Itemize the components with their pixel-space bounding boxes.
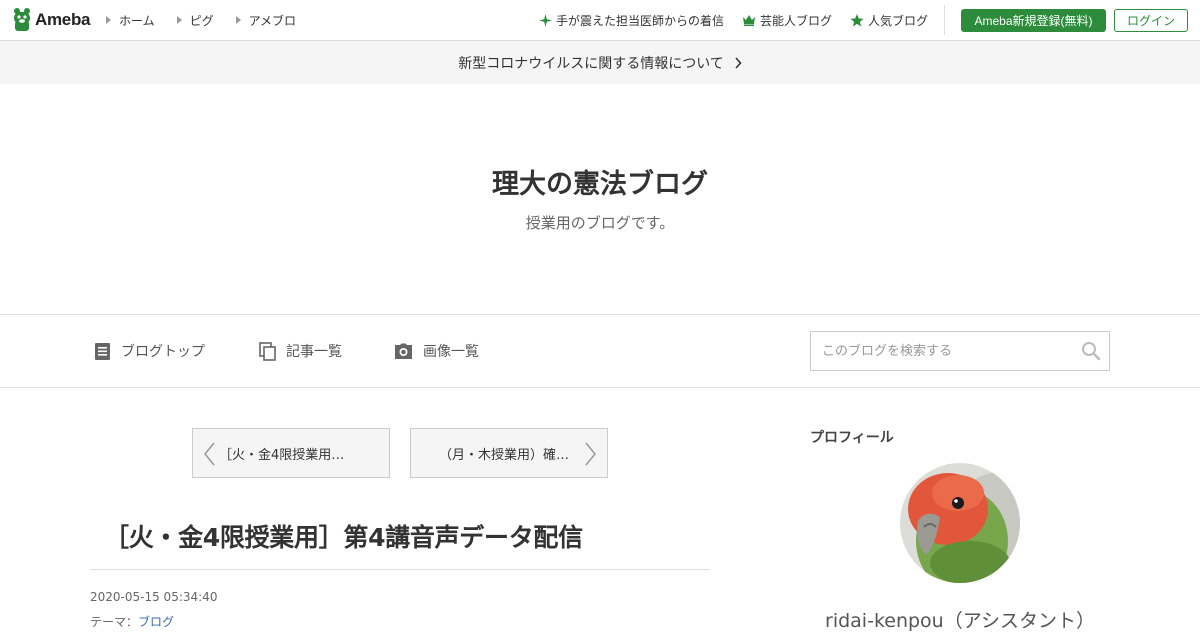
- prev-article-link[interactable]: ［火・金4限授業用…: [192, 428, 390, 478]
- triangle-right-icon: [176, 16, 182, 24]
- sparkle-icon: [538, 13, 552, 27]
- blog-description: 授業用のブログです。: [525, 214, 675, 232]
- nav-popular-blogs-label: 人気ブログ: [867, 13, 928, 28]
- nav-featured-article-label: 手が震えた担当医師からの着信: [555, 13, 724, 28]
- nav-ameblo[interactable]: アメブロ: [235, 12, 297, 29]
- copy-icon: [259, 341, 276, 361]
- avatar[interactable]: [900, 463, 1020, 583]
- nav-pigg[interactable]: ピグ: [176, 12, 214, 29]
- entry-theme-label: テーマ：: [90, 615, 139, 629]
- blog-nav-top-label: ブログトップ: [121, 344, 205, 360]
- profile-heading: プロフィール: [810, 430, 894, 446]
- nav-home[interactable]: ホーム: [106, 12, 155, 29]
- notice-text: 新型コロナウイルスに関する情報について: [458, 55, 724, 72]
- nav-home-label: ホーム: [119, 13, 155, 28]
- crown-icon: [742, 14, 756, 26]
- header-divider: [944, 5, 945, 35]
- blog-title[interactable]: 理大の憲法ブログ: [0, 162, 1200, 201]
- blog-search: [810, 331, 1110, 371]
- nav-popular-blogs[interactable]: 人気ブログ: [850, 12, 928, 29]
- chevron-right-icon: [734, 56, 742, 69]
- profile-name-link[interactable]: ridai-kenpou（アシスタント）: [810, 606, 1110, 633]
- nav-ameblo-label: アメブロ: [248, 13, 297, 28]
- next-article-title: （月・木授業用）確…: [439, 447, 570, 463]
- blog-nav: ブログトップ 記事一覧 画像一覧: [0, 314, 1200, 388]
- blog-nav-top[interactable]: ブログトップ: [94, 315, 205, 387]
- nav-celebrity-blogs-label: 芸能人ブログ: [759, 13, 832, 28]
- star-icon: [850, 13, 864, 27]
- chevron-right-icon: [585, 442, 596, 466]
- triangle-right-icon: [106, 16, 111, 24]
- camera-icon: [395, 343, 412, 359]
- entry-title[interactable]: ［火・金4限授業用］第4講音声データ配信: [90, 518, 710, 554]
- chevron-left-icon: [204, 442, 215, 466]
- entry-theme-link[interactable]: ブログ: [138, 615, 174, 629]
- entry-date: 2020-05-15 05:34:40: [90, 590, 218, 604]
- global-header: Ameba ホーム ピグ アメブロ 手が震えた担当医師からの着信 芸能人ブログ: [0, 0, 1200, 41]
- document-icon: [95, 342, 110, 360]
- next-article-link[interactable]: （月・木授業用）確…: [410, 428, 608, 478]
- entry-theme: テーマ：ブログ: [90, 613, 174, 630]
- covid-notice-link[interactable]: 新型コロナウイルスに関する情報について: [0, 41, 1200, 84]
- nav-featured-article[interactable]: 手が震えた担当医師からの着信: [538, 12, 724, 29]
- nav-pigg-label: ピグ: [189, 13, 214, 28]
- blog-nav-entries-label: 記事一覧: [286, 344, 342, 360]
- parrot-avatar-image: [900, 463, 1020, 583]
- blog-nav-entries[interactable]: 記事一覧: [259, 315, 342, 387]
- triangle-right-icon: [235, 16, 241, 24]
- entry-divider: [90, 569, 710, 570]
- nav-celebrity-blogs[interactable]: 芸能人ブログ: [742, 12, 832, 29]
- login-button[interactable]: ログイン: [1114, 9, 1188, 32]
- prev-article-title: ［火・金4限授業用…: [219, 447, 345, 463]
- blog-nav-images[interactable]: 画像一覧: [394, 315, 479, 387]
- global-nav-right: 手が震えた担当医師からの着信 芸能人ブログ 人気ブログ: [521, 0, 928, 40]
- ameba-mascot-icon: [14, 8, 30, 31]
- register-button[interactable]: Ameba新規登録(無料): [961, 9, 1106, 32]
- logo-text: Ameba: [35, 10, 91, 29]
- blog-nav-images-label: 画像一覧: [423, 344, 479, 360]
- blog-search-input[interactable]: [811, 332, 1076, 370]
- global-nav-left: ホーム ピグ アメブロ: [106, 0, 318, 40]
- search-icon[interactable]: [1081, 341, 1101, 361]
- ameba-logo[interactable]: Ameba: [12, 7, 90, 33]
